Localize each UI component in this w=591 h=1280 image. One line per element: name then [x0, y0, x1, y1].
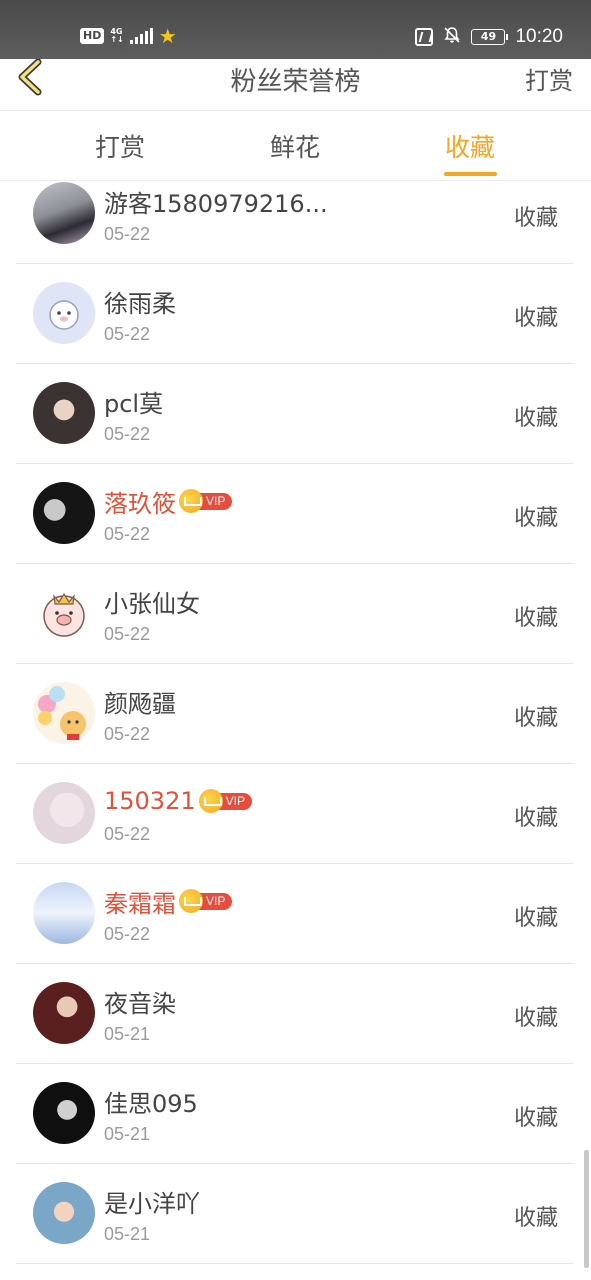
- app-header: 粉丝荣誉榜 打赏: [0, 58, 591, 111]
- nfc-icon: [415, 28, 434, 46]
- star-icon: ★: [158, 24, 177, 48]
- date: 05-22: [104, 624, 151, 644]
- tab-reward[interactable]: 打赏: [60, 128, 180, 164]
- avatar: [33, 482, 95, 544]
- avatar: [33, 382, 95, 444]
- action-label: 收藏: [513, 606, 558, 631]
- scrollbar[interactable]: [584, 1150, 589, 1268]
- hd-badge: HD: [80, 28, 105, 44]
- list-item[interactable]: 小张仙女 05-22 收藏: [16, 564, 574, 664]
- avatar: [33, 582, 95, 644]
- date: 05-22: [104, 324, 151, 344]
- vip-badge: VIP: [179, 889, 233, 913]
- crown-icon: [198, 789, 223, 813]
- action-label: 收藏: [513, 506, 558, 531]
- date: 05-21: [104, 1124, 151, 1144]
- reward-button[interactable]: 打赏: [525, 61, 573, 96]
- avatar: [33, 1082, 95, 1144]
- avatar: [33, 282, 95, 344]
- avatar: [33, 982, 95, 1044]
- vip-badge: VIP: [198, 789, 252, 813]
- list-item[interactable]: 游客1580979216... 05-22 收藏: [16, 164, 574, 264]
- battery-icon: 49: [471, 29, 509, 45]
- user-name: 150321: [104, 787, 196, 815]
- bell-muted-icon: [443, 26, 461, 48]
- list-item[interactable]: 落玖筱 VIP 05-22 收藏: [16, 464, 574, 564]
- fan-list: 游客1580979216... 05-22 收藏 徐雨柔 05-22 收藏 pc…: [16, 164, 574, 1264]
- avatar: [33, 882, 95, 944]
- date: 05-22: [104, 224, 151, 244]
- status-bar: HD 4G ↑↓ ★ 49 10:20: [0, 0, 591, 59]
- action-label: 收藏: [513, 806, 558, 831]
- cartoon-icon: [49, 300, 79, 330]
- list-item[interactable]: 是小洋吖 05-21 收藏: [16, 1164, 574, 1264]
- action-label: 收藏: [513, 306, 558, 331]
- date: 05-22: [104, 924, 151, 944]
- list-item[interactable]: 徐雨柔 05-22 收藏: [16, 264, 574, 364]
- list-item[interactable]: 秦霜霜 VIP 05-22 收藏: [16, 864, 574, 964]
- network-type: 4G ↑↓: [110, 27, 124, 44]
- list-item[interactable]: pcl莫 05-22 收藏: [16, 364, 574, 464]
- list-item[interactable]: 佳思095 05-21 收藏: [16, 1064, 574, 1164]
- list-item[interactable]: 夜音染 05-21 收藏: [16, 964, 574, 1064]
- user-name: pcl莫: [104, 389, 164, 418]
- avatar: [33, 1182, 95, 1244]
- clock: 10:20: [515, 26, 563, 47]
- date: 05-22: [104, 824, 151, 844]
- user-name: 秦霜霜: [104, 889, 176, 918]
- action-label: 收藏: [513, 906, 558, 931]
- list-item[interactable]: 颜飏疆 05-22 收藏: [16, 664, 574, 764]
- crown-icon: [179, 489, 203, 513]
- tab-flowers[interactable]: 鲜花: [235, 128, 355, 164]
- date: 05-22: [104, 724, 151, 744]
- date: 05-22: [104, 524, 151, 544]
- avatar: [33, 182, 95, 244]
- user-name: 是小洋吖: [104, 1189, 200, 1218]
- avatar: [33, 782, 95, 844]
- user-name: 佳思095: [104, 1089, 198, 1118]
- action-label: 收藏: [513, 1106, 558, 1131]
- user-name: 游客1580979216...: [104, 189, 328, 218]
- vip-badge: VIP: [179, 489, 233, 513]
- user-name: 落玖筱: [104, 489, 176, 518]
- user-name: 夜音染: [104, 989, 176, 1018]
- user-name: 颜飏疆: [104, 689, 176, 718]
- action-label: 收藏: [513, 1006, 558, 1031]
- action-label: 收藏: [513, 206, 558, 231]
- list-item[interactable]: 150321 VIP 05-22 收藏: [16, 764, 574, 864]
- balloon-bear-icon: [38, 686, 86, 740]
- action-label: 收藏: [513, 1206, 558, 1231]
- user-name: 徐雨柔: [104, 289, 176, 318]
- crown-icon: [179, 889, 203, 913]
- date: 05-21: [104, 1224, 151, 1244]
- date: 05-21: [104, 1024, 151, 1044]
- tab-collect[interactable]: 收藏: [410, 128, 530, 164]
- page-title: 粉丝荣誉榜: [230, 67, 361, 97]
- user-name: 小张仙女: [104, 589, 200, 618]
- pig-icon: [43, 592, 85, 637]
- date: 05-22: [104, 424, 151, 444]
- action-label: 收藏: [513, 706, 558, 731]
- signal-icon: [129, 28, 153, 44]
- action-label: 收藏: [513, 406, 558, 431]
- status-right: 49 10:20: [415, 24, 563, 50]
- status-left: HD 4G ↑↓ ★: [80, 24, 177, 48]
- avatar: [33, 682, 95, 744]
